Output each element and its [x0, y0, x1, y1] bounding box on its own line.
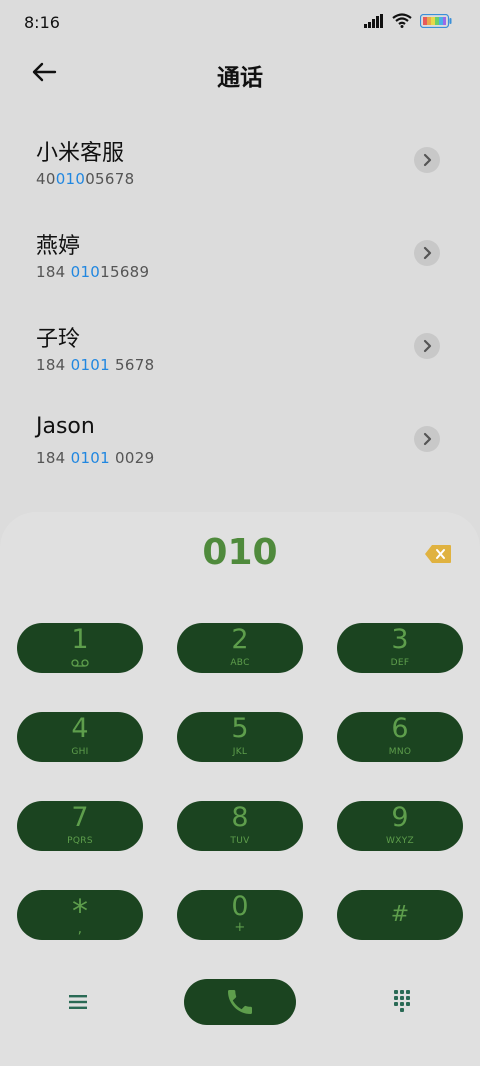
voicemail-icon [71, 659, 89, 667]
contact-item[interactable]: 燕婷 184 01015689 [0, 208, 480, 301]
dialpad-toggle-button[interactable] [390, 988, 414, 1012]
dial-key-7[interactable]: 7 PQRS [17, 801, 143, 851]
contact-number: 4001005678 [36, 170, 135, 188]
contact-number: 184 0101 0029 [36, 449, 155, 467]
wifi-icon [392, 13, 412, 28]
page-title: 通话 [217, 65, 263, 91]
chevron-right-icon [423, 432, 432, 446]
contact-name: 燕婷 [36, 234, 81, 259]
contact-number: 184 0101 5678 [36, 356, 155, 374]
contact-detail-button[interactable] [414, 333, 440, 359]
contact-list: 小米客服 4001005678 燕婷 184 01015689 子玲 184 0… [0, 115, 480, 487]
battery-icon [420, 13, 452, 28]
matched-digits: 010 [70, 263, 101, 281]
dial-key-1[interactable]: 1 [17, 623, 143, 673]
call-button[interactable] [184, 979, 296, 1025]
contact-number: 184 01015689 [36, 263, 150, 281]
contact-name: Jason [36, 414, 95, 439]
chevron-right-icon [423, 339, 432, 353]
contact-name: 小米客服 [36, 141, 125, 166]
dial-key-star[interactable]: * , [17, 890, 143, 940]
backspace-icon [425, 545, 451, 563]
matched-digits: 010 [55, 170, 86, 188]
contact-item[interactable]: 小米客服 4001005678 [0, 115, 480, 208]
dial-key-6[interactable]: 6 MNO [337, 712, 463, 762]
matched-digits: 0101 [70, 356, 110, 374]
dial-key-5[interactable]: 5 JKL [177, 712, 303, 762]
status-time: 8:16 [24, 13, 60, 32]
menu-icon [69, 995, 87, 1009]
backspace-button[interactable] [424, 544, 452, 564]
dialed-number: 010 [202, 532, 278, 573]
dial-key-2[interactable]: 2 ABC [177, 623, 303, 673]
dial-key-3[interactable]: 3 DEF [337, 623, 463, 673]
dialpad-grid-icon [394, 990, 410, 1012]
contact-item[interactable]: Jason 184 0101 0029 [0, 394, 480, 487]
contact-detail-button[interactable] [414, 240, 440, 266]
status-icons [364, 13, 452, 28]
dial-key-9[interactable]: 9 WXYZ [337, 801, 463, 851]
contact-name: 子玲 [36, 327, 81, 352]
dial-key-4[interactable]: 4 GHI [17, 712, 143, 762]
dial-key-8[interactable]: 8 TUV [177, 801, 303, 851]
contact-item[interactable]: 子玲 184 0101 5678 [0, 301, 480, 394]
dial-key-0[interactable]: 0 + [177, 890, 303, 940]
signal-icon [364, 13, 383, 28]
dialpad: 010 1 2 ABC 3 DEF 4 GHI 5 JKL 6 MNO 7 PQ… [0, 512, 480, 1066]
chevron-right-icon [423, 246, 432, 260]
matched-digits: 0101 [70, 449, 110, 467]
chevron-right-icon [423, 153, 432, 167]
status-bar: 8:16 [0, 0, 480, 46]
menu-button[interactable] [66, 990, 90, 1014]
dial-key-hash[interactable]: # [337, 890, 463, 940]
contact-detail-button[interactable] [414, 147, 440, 173]
phone-icon [228, 990, 252, 1014]
header: 通话 [0, 46, 480, 102]
contact-detail-button[interactable] [414, 426, 440, 452]
